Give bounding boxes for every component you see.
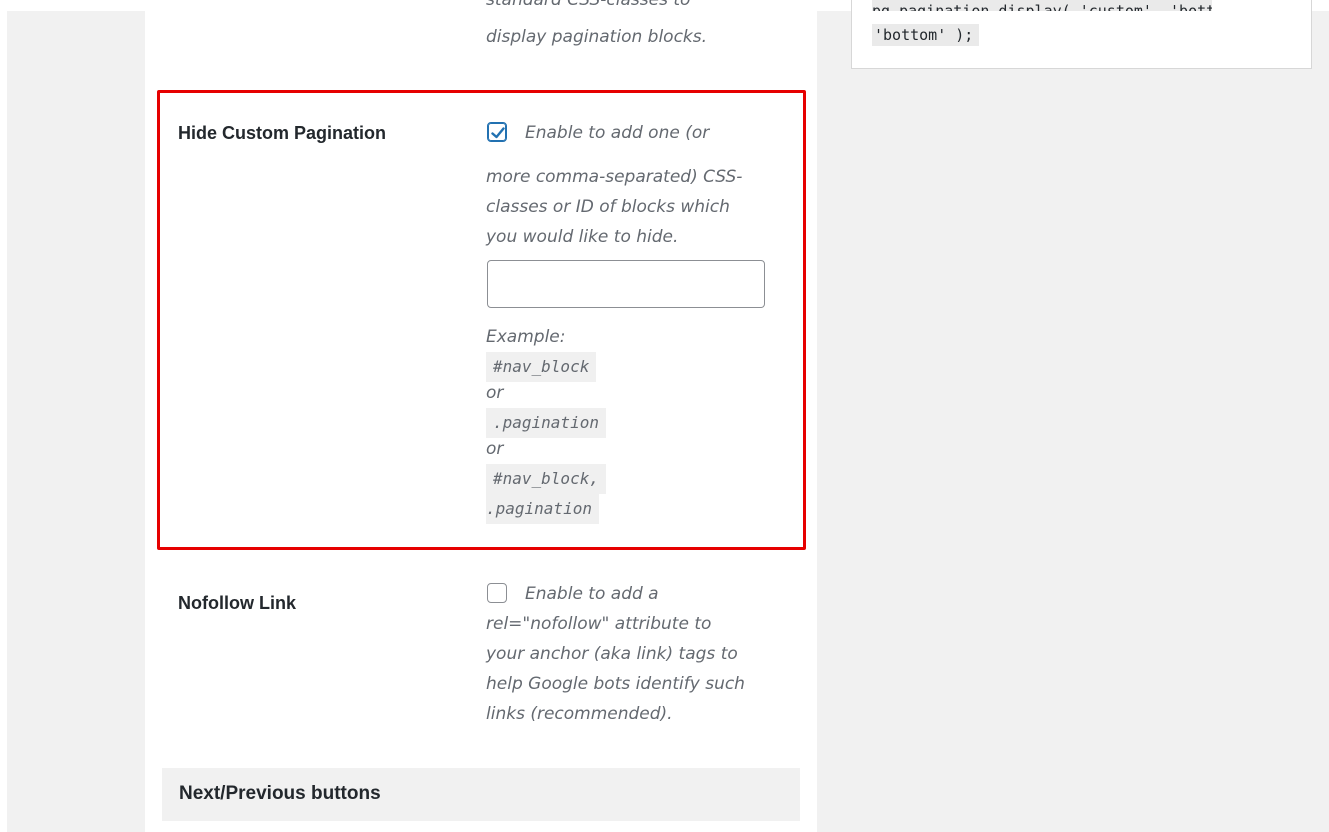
example-or-2: or [486, 439, 504, 459]
hide-custom-pagination-desc-2: more comma-separated) CSS- [486, 167, 743, 187]
hide-custom-pagination-desc-4: you would like to hide. [486, 227, 679, 247]
nofollow-desc-2: rel="nofollow" attribute to [486, 614, 712, 634]
example-code-3a: #nav_block, [486, 464, 606, 494]
nofollow-desc-3: your anchor (aka link) tags to [486, 644, 738, 664]
example-block: Example: #nav_block or .pagination or #n… [486, 322, 766, 524]
hide-custom-pagination-checkbox[interactable] [487, 122, 507, 142]
hide-custom-pagination-desc-3: classes or ID of blocks which [486, 197, 730, 217]
previous-field-description: standard CSS-classes to display paginati… [486, 0, 707, 52]
example-or-1: or [486, 383, 504, 403]
shortcode-line-1: pg_pagination_display( 'custom', 'bottom… [872, 0, 1212, 11]
example-code-3b: .pagination [486, 494, 599, 524]
nofollow-desc-4: help Google bots identify such [486, 674, 745, 694]
next-previous-section-header[interactable]: Next/Previous buttons [162, 768, 800, 821]
hide-pagination-classes-input[interactable] [487, 260, 765, 308]
example-label: Example: [486, 327, 566, 347]
hide-custom-pagination-label: Hide Custom Pagination [178, 123, 387, 143]
nofollow-link-checkbox[interactable] [487, 583, 507, 603]
checkmark-icon [491, 127, 505, 139]
shortcode-box: pg_pagination_display( 'custom', 'bottom… [851, 0, 1312, 69]
previous-desc-line-1: standard CSS-classes to [486, 0, 691, 10]
nofollow-link-label: Nofollow Link [178, 593, 296, 613]
window-left-edge [0, 11, 7, 832]
shortcode-line-2: 'bottom' ); [872, 24, 980, 46]
next-previous-section-title: Next/Previous buttons [179, 783, 381, 804]
previous-desc-line-2: display pagination blocks. [486, 27, 708, 47]
example-code-2: .pagination [486, 408, 606, 438]
nofollow-desc-1: Enable to add a [525, 584, 659, 604]
hide-custom-pagination-desc-1: Enable to add one (or [525, 123, 710, 143]
nofollow-desc-5: links (recommended). [486, 704, 673, 724]
